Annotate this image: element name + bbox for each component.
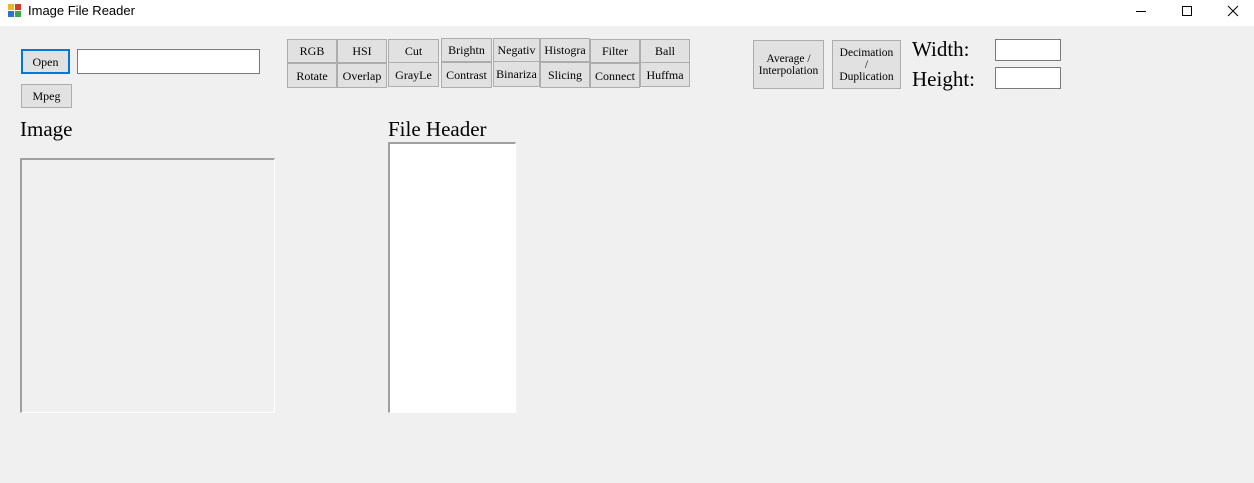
rotate-button[interactable]: Rotate <box>287 63 337 88</box>
minimize-button[interactable] <box>1118 0 1164 22</box>
binarization-button[interactable]: Binariza <box>493 61 540 87</box>
slicing-button[interactable]: Slicing <box>540 62 590 88</box>
file-path-input[interactable] <box>77 49 260 74</box>
connect-button[interactable]: Connect <box>590 63 640 88</box>
maximize-icon <box>1182 6 1192 16</box>
gray-level-button[interactable]: GrayLe <box>388 62 439 87</box>
minimize-icon <box>1136 11 1146 12</box>
main-window: Image File Reader Open Mpeg RGB HSI Cut … <box>0 0 1254 483</box>
title-bar: Image File Reader <box>0 0 1254 26</box>
decimation-duplication-button[interactable]: Decimation / Duplication <box>832 40 901 89</box>
app-icon <box>8 4 22 18</box>
histogram-button[interactable]: Histogra <box>540 38 590 62</box>
height-input[interactable] <box>995 67 1061 89</box>
brightness-button[interactable]: Brightn <box>441 38 492 62</box>
filter-button[interactable]: Filter <box>590 39 640 63</box>
negative-button[interactable]: Negativ <box>493 38 540 62</box>
image-display-panel <box>20 158 275 413</box>
rgb-button[interactable]: RGB <box>287 39 337 63</box>
mpeg-button[interactable]: Mpeg <box>21 84 72 108</box>
window-title: Image File Reader <box>28 3 135 18</box>
width-input[interactable] <box>995 39 1061 61</box>
image-label: Image <box>20 117 73 141</box>
height-label: Height: <box>912 67 975 91</box>
open-button[interactable]: Open <box>21 49 70 74</box>
hsi-button[interactable]: HSI <box>337 39 387 63</box>
overlap-button[interactable]: Overlap <box>337 63 387 88</box>
average-interpolation-button[interactable]: Average / Interpolation <box>753 40 824 89</box>
huffman-button[interactable]: Huffma <box>640 62 690 87</box>
width-label: Width: <box>912 37 970 61</box>
close-button[interactable] <box>1210 0 1254 22</box>
file-header-label: File Header <box>388 117 487 141</box>
file-header-textbox[interactable] <box>388 142 516 413</box>
contrast-button[interactable]: Contrast <box>441 62 492 88</box>
maximize-button[interactable] <box>1164 0 1210 22</box>
ball-button[interactable]: Ball <box>640 39 690 63</box>
close-icon <box>1227 5 1239 17</box>
cut-button[interactable]: Cut <box>388 39 439 63</box>
